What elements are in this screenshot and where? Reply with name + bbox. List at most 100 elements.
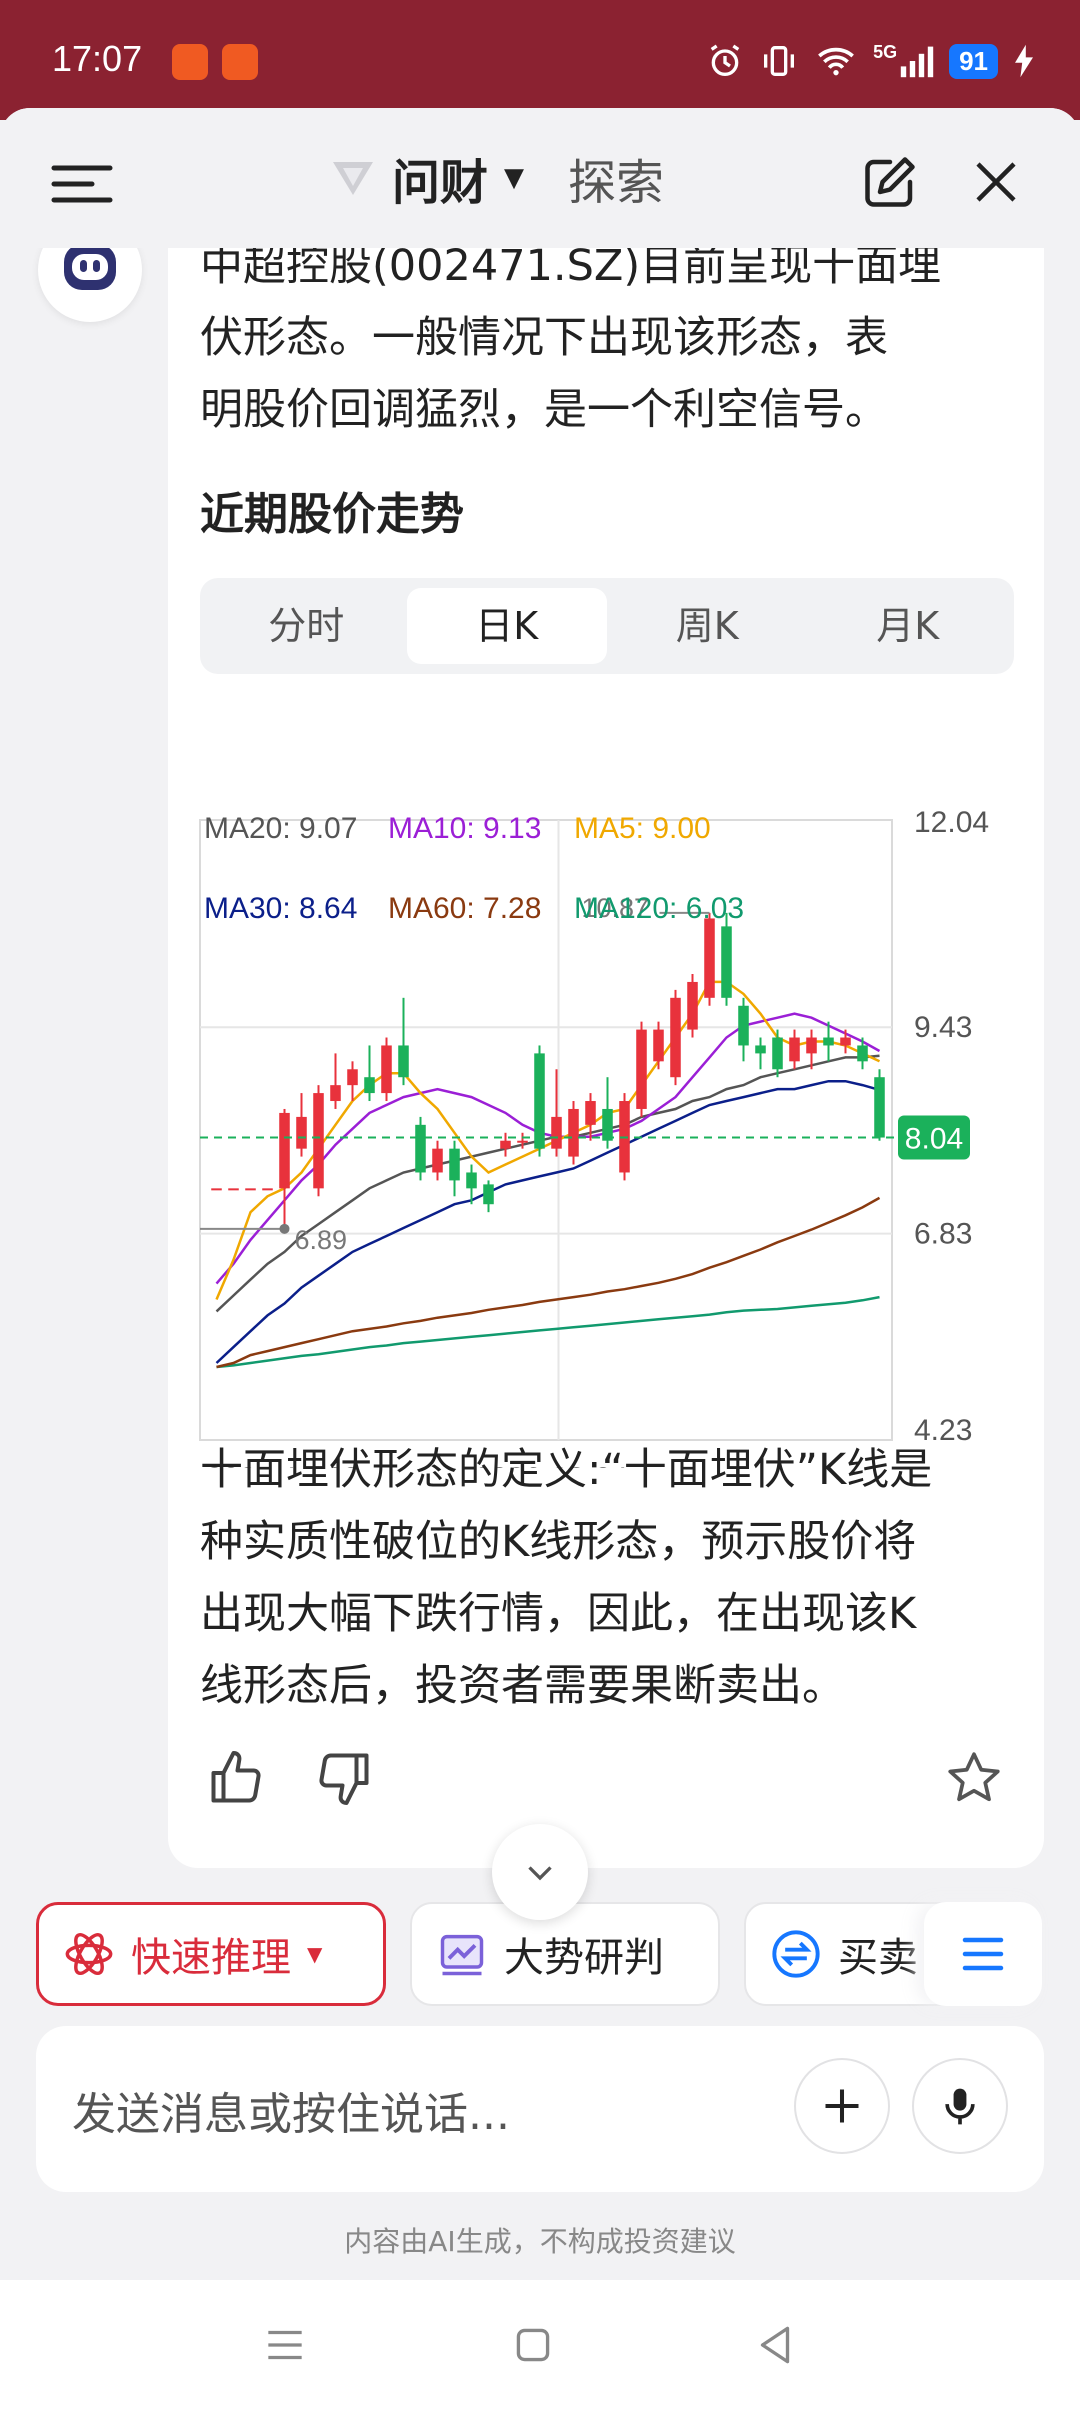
candle-body	[415, 1124, 426, 1173]
candle-body	[500, 1140, 511, 1149]
tab-weekly-k[interactable]: 周K	[607, 588, 808, 664]
scroll-down-button[interactable]	[492, 1824, 588, 1920]
recents-icon	[268, 2330, 302, 2360]
candle-body	[551, 1116, 562, 1149]
notification-app-icon-2	[222, 44, 258, 80]
definition-line: 种实质性破位的K线形态，预示股价将	[200, 1517, 917, 1567]
vibrate-icon	[764, 46, 795, 76]
network-type: 5G	[873, 41, 898, 62]
charging-icon	[1015, 44, 1033, 78]
candle-body	[585, 1101, 596, 1125]
message-input-bar[interactable]: 发送消息或按住说话...	[36, 2026, 1044, 2192]
section-title: 近期股价走势	[200, 489, 464, 540]
exchange-icon	[772, 1930, 820, 1978]
back-button[interactable]	[750, 2320, 800, 2370]
y-tick-label: 9.43	[914, 1011, 972, 1044]
candle-body	[262, 1188, 273, 1191]
wifi-icon	[818, 47, 854, 76]
voice-input-button[interactable]	[912, 2058, 1008, 2154]
message-input[interactable]: 发送消息或按住说话...	[72, 2078, 510, 2142]
y-tick-label: 6.83	[914, 1218, 972, 1251]
thumbs-up-icon	[211, 1751, 261, 1803]
status-bar: 17:07 5G 91	[0, 0, 1080, 120]
candle-body	[296, 1116, 307, 1149]
wencai-logo-icon	[333, 162, 373, 195]
candle-body	[466, 1172, 477, 1189]
alarm-icon	[710, 44, 740, 76]
title-switcher[interactable]: 问财 ▼ 探索	[330, 143, 664, 213]
battery-level: 91	[949, 43, 998, 79]
candle-body	[738, 1005, 749, 1046]
intro-line: 伏形态。一般情况下出现该形态，表	[200, 313, 888, 363]
candle-body	[806, 1037, 817, 1054]
tab-intraday[interactable]: 分时	[206, 588, 407, 664]
back-icon	[760, 2326, 790, 2364]
candle-body	[636, 1029, 647, 1109]
ma-line-ma60	[216, 1196, 881, 1369]
candle-body	[330, 1085, 341, 1102]
plus-icon	[825, 2089, 859, 2123]
candle-body	[840, 1037, 851, 1046]
ma-legend-item: MA10: 9.13	[388, 812, 541, 845]
trend-chart-icon	[440, 1934, 484, 1976]
menu-button[interactable]	[44, 152, 120, 216]
caret-down-icon: ▼	[504, 163, 525, 193]
chip-label: 买卖	[838, 1935, 918, 1981]
favorite-button[interactable]	[944, 1748, 1004, 1812]
new-chat-button[interactable]	[856, 148, 924, 216]
candle-body	[449, 1148, 460, 1181]
tab-daily-k[interactable]: 日K	[406, 588, 607, 664]
fast-reasoning-chip[interactable]: 快速推理 ▼	[36, 1902, 386, 2006]
signal-icon	[900, 46, 934, 78]
kline-tabs: 分时 日K 周K 月K	[200, 578, 1014, 674]
recent-apps-button[interactable]	[260, 2320, 310, 2370]
notification-app-icon	[172, 44, 208, 80]
more-actions-button[interactable]	[924, 1902, 1042, 2006]
ma-legend-item: MA30: 8.64	[204, 892, 357, 925]
thumbs-down-icon	[319, 1753, 369, 1805]
ai-disclaimer: 内容由AI生成，不构成投资建议	[344, 2225, 736, 2258]
candle-body	[653, 1029, 664, 1062]
candle-body	[772, 1037, 783, 1070]
candle-body	[568, 1108, 579, 1157]
candle-body	[755, 1045, 766, 1054]
definition-paragraph: 十面埋伏形态的定义:“十面埋伏”K线是 种实质性破位的K线形态，预示股价将 出现…	[200, 1434, 1020, 1722]
list-icon	[962, 1937, 1004, 1971]
candle-body	[704, 918, 715, 998]
home-button[interactable]	[508, 2320, 558, 2370]
close-button[interactable]	[962, 148, 1030, 216]
candle-body	[228, 1188, 239, 1191]
ma-legend-item: MA120: 6.03	[574, 892, 744, 925]
add-attachment-button[interactable]	[794, 2058, 890, 2154]
close-icon	[976, 162, 1016, 202]
candle-body	[857, 1045, 868, 1062]
definition-line: 十面埋伏形态的定义:“十面埋伏”K线是	[200, 1445, 933, 1495]
edit-icon	[865, 157, 915, 207]
chat-sheet: 中超控股(002471.SZ)目前呈现十面埋 伏形态。一般情况下出现该形态，表 …	[0, 108, 1080, 2280]
home-icon	[516, 2328, 550, 2362]
candlestick-chart[interactable]: 12.049.436.834.232025-12-292026-02-048.0…	[196, 808, 1026, 1468]
intro-paragraph: 中超控股(002471.SZ)目前呈现十面埋 伏形态。一般情况下出现该形态，表 …	[200, 230, 1020, 446]
candle-body	[245, 1188, 256, 1191]
candle-body	[517, 1140, 528, 1143]
thumbs-up-button[interactable]	[206, 1748, 266, 1812]
candle-body	[789, 1037, 800, 1062]
candle-body	[483, 1184, 494, 1205]
microphone-icon	[945, 2088, 975, 2125]
explore-tab[interactable]: 探索	[568, 143, 664, 213]
candle-body	[381, 1045, 392, 1094]
tab-monthly-k[interactable]: 月K	[808, 588, 1009, 664]
menu-icon	[51, 165, 113, 203]
caret-down-icon: ▼	[307, 1942, 323, 1966]
thumbs-down-button[interactable]	[314, 1748, 374, 1812]
status-time: 17:07	[52, 38, 143, 79]
chip-label: 快速推理	[131, 1935, 291, 1981]
candle-body	[398, 1045, 409, 1078]
definition-line: 线形态后，投资者需要果断卖出。	[200, 1661, 845, 1711]
y-tick-label: 12.04	[914, 808, 989, 839]
market-analysis-chip[interactable]: 大势研判	[410, 1902, 720, 2006]
top-bar: 问财 ▼ 探索	[0, 108, 1080, 248]
candle-body	[823, 1037, 834, 1046]
candle-body	[687, 981, 698, 1030]
candle-body	[602, 1108, 613, 1141]
